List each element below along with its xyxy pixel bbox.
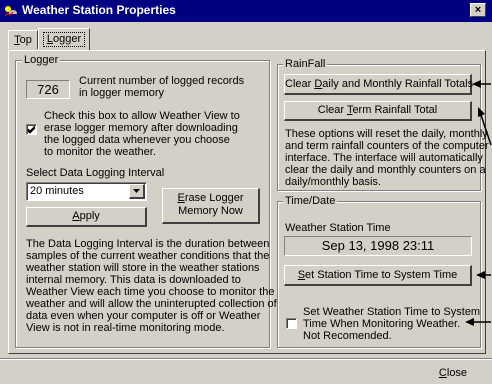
dialog-window: Weather Station Properties × Top Logger … bbox=[0, 0, 492, 384]
arrow-icon bbox=[476, 271, 491, 279]
arrow-icon bbox=[472, 80, 491, 88]
arrow-icon bbox=[478, 107, 492, 146]
annotation-arrows bbox=[465, 80, 492, 326]
arrow-icon bbox=[465, 318, 491, 326]
